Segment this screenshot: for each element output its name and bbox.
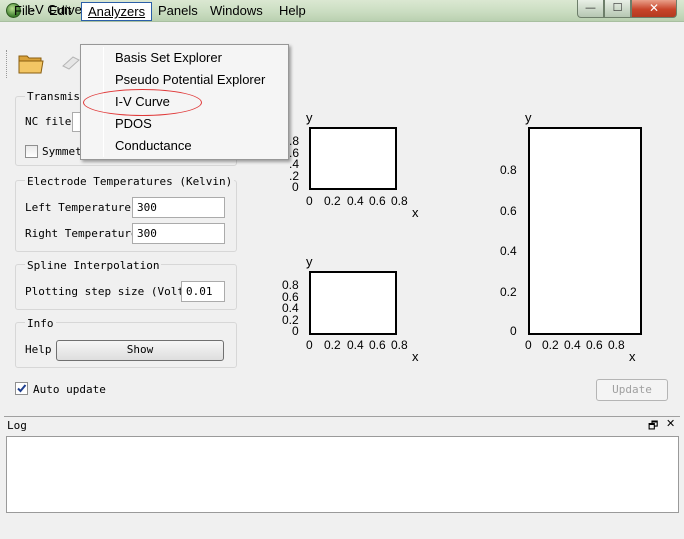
plot2-ylabel: y [306, 254, 313, 269]
menu-windows[interactable]: Windows [204, 2, 269, 21]
plot3-xtick: 0.2 [542, 338, 559, 352]
right-temperature-label: Right Temperature [25, 227, 138, 240]
plot3-xtick: 0.8 [608, 338, 625, 352]
menu-panels[interactable]: Panels [152, 2, 204, 21]
plot3-ytick: 0.8 [500, 163, 517, 177]
electrode-title: Electrode Temperatures (Kelvin) [25, 175, 235, 188]
auto-update-checkbox[interactable] [15, 382, 28, 395]
plot3-ytick: 0 [510, 324, 517, 338]
toolbar-grip[interactable] [6, 50, 9, 78]
plot1-ylabel: y [306, 110, 313, 125]
left-temperature-label: Left Temperature [25, 201, 131, 214]
menu-file[interactable]: File [8, 2, 41, 21]
help-label: Help [25, 343, 52, 356]
plot3-xlabel: x [629, 349, 636, 364]
close-window-button[interactable]: ✕ [631, 0, 677, 18]
close-dock-icon[interactable]: ✕ [666, 417, 675, 430]
menu-item-pseudo-potential-explorer[interactable]: Pseudo Potential Explorer [115, 70, 265, 90]
plot3-ytick: 0.2 [500, 285, 517, 299]
log-text-area[interactable] [6, 436, 679, 513]
maximize-button[interactable]: ☐ [604, 0, 631, 18]
plot3-ylabel: y [525, 110, 532, 125]
float-dock-icon[interactable]: 🗗 [648, 417, 658, 436]
open-folder-icon[interactable] [17, 51, 44, 75]
plot2-xtick: 0.2 [324, 338, 341, 352]
plot1-xtick: 0 [306, 194, 313, 208]
right-temperature-field[interactable]: 300 [132, 223, 225, 244]
plot2-xtick: 0.8 [391, 338, 408, 352]
plot1-xtick: 0.2 [324, 194, 341, 208]
spline-title: Spline Interpolation [25, 259, 162, 272]
plot1-xtick: 0.4 [347, 194, 364, 208]
highlight-ellipse [83, 89, 202, 116]
show-help-button[interactable]: Show [56, 340, 224, 361]
plot1-xtick: 0.6 [369, 194, 386, 208]
menu-item-conductance[interactable]: Conductance [115, 136, 192, 156]
log-title: Log [7, 419, 27, 432]
save-icon[interactable] [60, 54, 82, 72]
auto-update-label: Auto update [33, 383, 106, 396]
plot2-ytick: 0 [292, 324, 299, 338]
menu-bar [0, 22, 684, 44]
plot1-xlabel: x [412, 205, 419, 220]
left-temperature-field[interactable]: 300 [132, 197, 225, 218]
menu-help[interactable]: Help [273, 2, 312, 21]
plot3-ytick: 0.6 [500, 204, 517, 218]
checkmark-icon [17, 384, 27, 393]
plot1-xtick: 0.8 [391, 194, 408, 208]
info-title: Info [25, 317, 56, 330]
plot2-xtick: 0.4 [347, 338, 364, 352]
menu-item-basis-set-explorer[interactable]: Basis Set Explorer [115, 48, 222, 68]
plot1-area[interactable] [309, 127, 397, 190]
plot2-area[interactable] [309, 271, 397, 335]
log-dock-header[interactable] [4, 416, 680, 434]
plot3-xtick: 0.4 [564, 338, 581, 352]
plot2-xtick: 0 [306, 338, 313, 352]
menu-analyzers[interactable]: Analyzers [81, 2, 153, 21]
plot3-xtick: 0 [525, 338, 532, 352]
step-size-label: Plotting step size (Volt) [25, 285, 191, 298]
update-button[interactable]: Update [596, 379, 668, 401]
plot2-xtick: 0.6 [369, 338, 386, 352]
menu-item-pdos[interactable]: PDOS [115, 114, 152, 134]
plot1-ytick: 0 [292, 180, 299, 194]
symmetric-checkbox[interactable] [25, 145, 38, 158]
plot3-ytick: 0.4 [500, 244, 517, 258]
menu-edit[interactable]: Edit [43, 2, 77, 21]
plot3-xtick: 0.6 [586, 338, 603, 352]
plot3-area[interactable] [528, 127, 642, 335]
symmetric-label: Symmet [42, 145, 82, 158]
minimize-button[interactable]: — [577, 0, 604, 18]
nc-file-label: NC file [25, 115, 72, 128]
plot2-xlabel: x [412, 349, 419, 364]
step-size-field[interactable]: 0.01 [181, 281, 225, 302]
